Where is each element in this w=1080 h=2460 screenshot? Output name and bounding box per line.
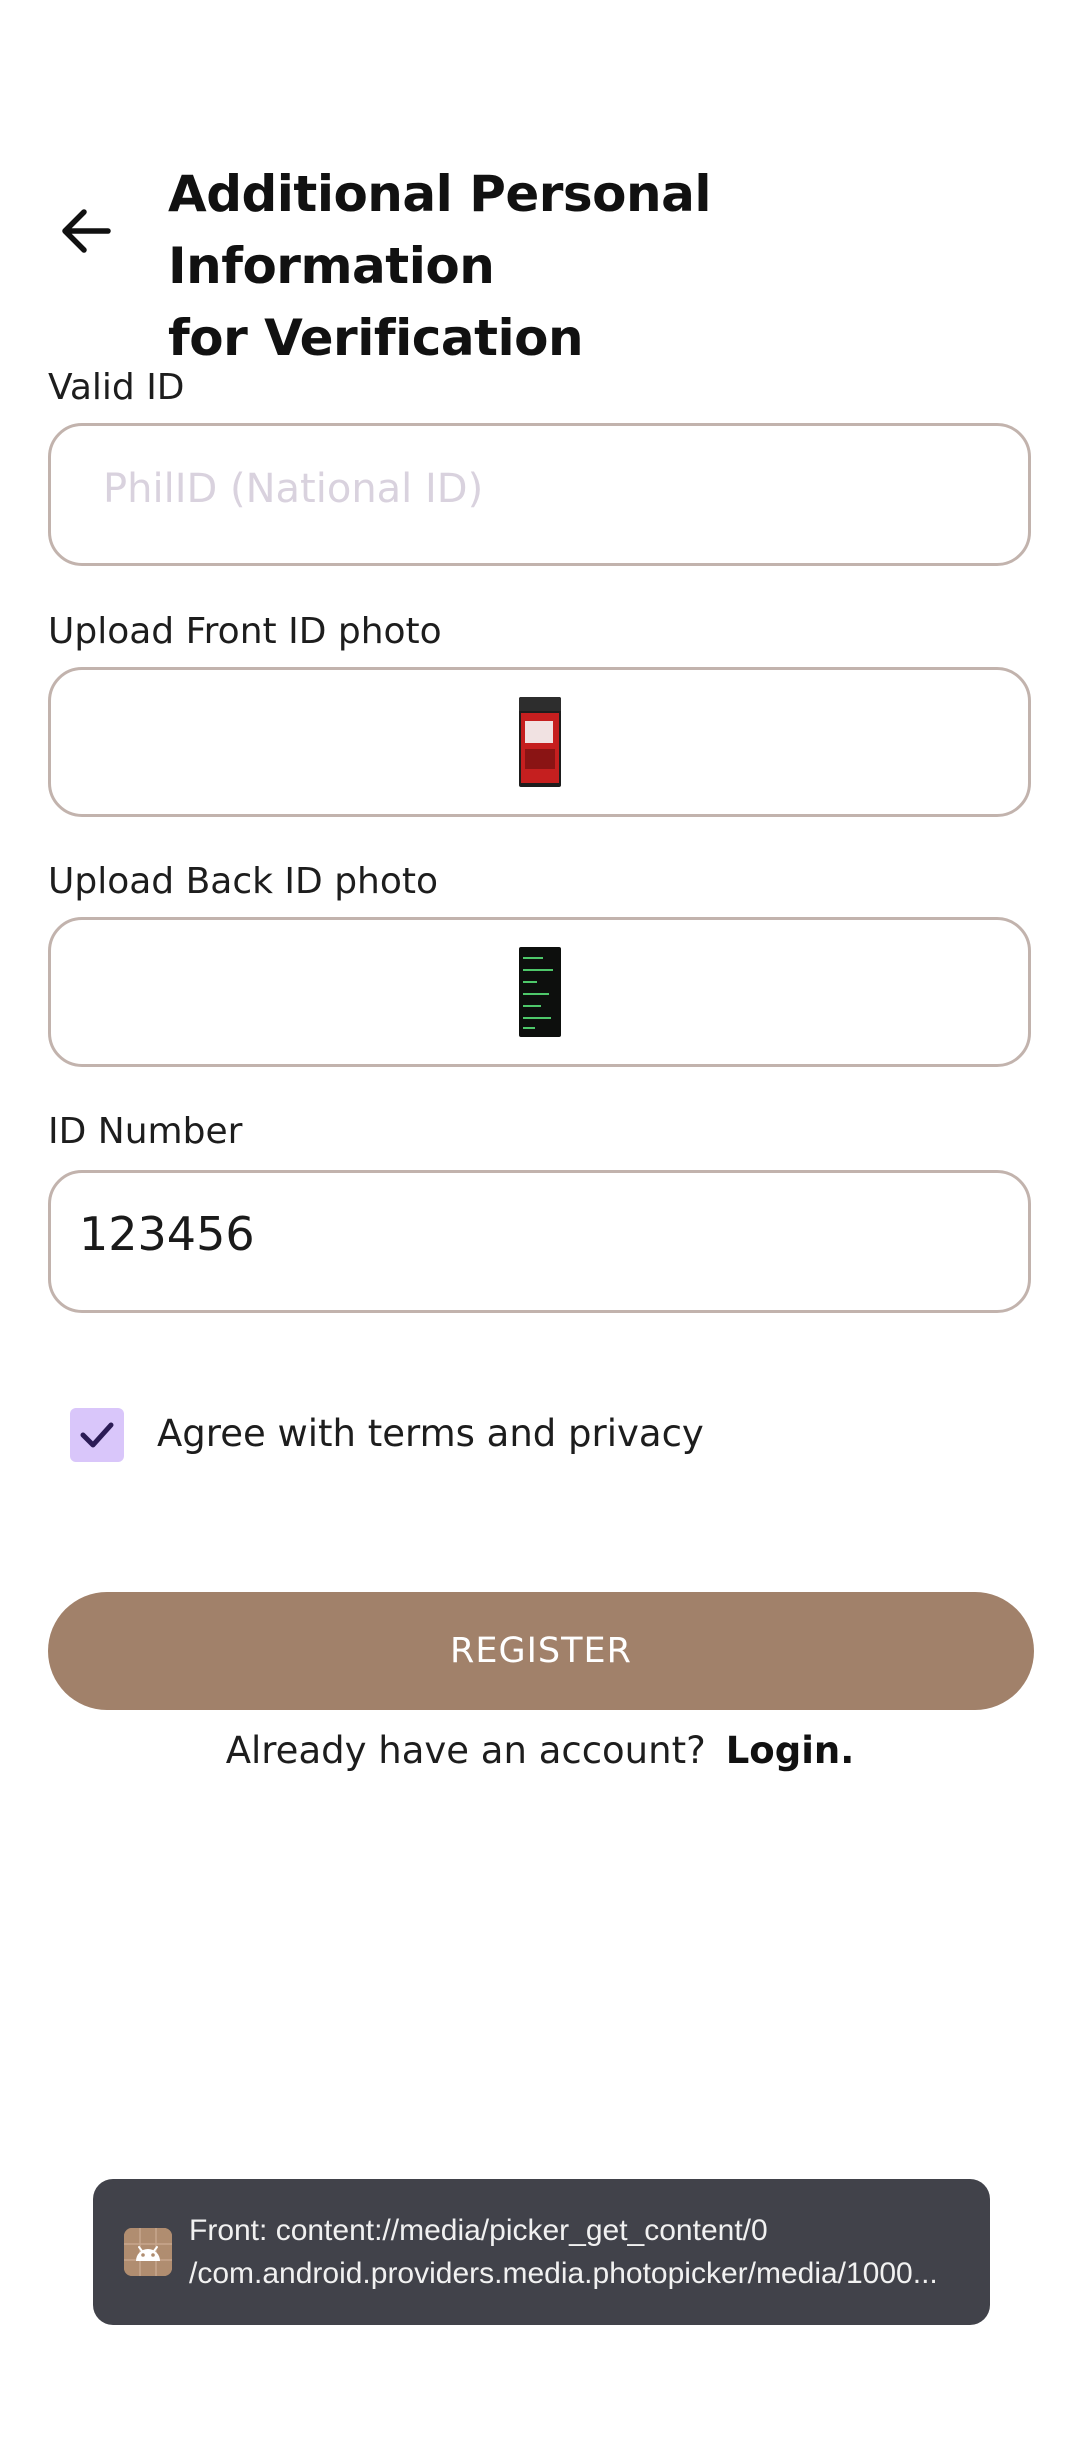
back-id-upload-box[interactable]	[48, 917, 1031, 1067]
toast-message: Front: content://media/picker_get_conten…	[93, 2179, 990, 2325]
terms-checkbox[interactable]	[70, 1408, 124, 1462]
page-title-line-2: for Verification	[168, 309, 584, 367]
front-id-thumbnail	[518, 697, 561, 787]
login-prompt: Already have an account?	[225, 1729, 706, 1772]
id-number-value: 123456	[79, 1207, 255, 1261]
front-id-upload-box[interactable]	[48, 667, 1031, 817]
valid-id-dropdown[interactable]: PhilID (National ID)	[48, 423, 1031, 566]
register-button[interactable]: REGISTER	[48, 1592, 1034, 1710]
back-id-thumbnail	[518, 947, 561, 1037]
id-number-input[interactable]: 123456	[48, 1170, 1031, 1313]
terms-label: Agree with terms and privacy	[157, 1412, 704, 1455]
valid-id-label: Valid ID	[48, 367, 185, 408]
login-row: Already have an account? Login.	[0, 1726, 1080, 1776]
back-button[interactable]	[50, 196, 120, 266]
page-title: Additional Personal Information for Veri…	[168, 158, 1028, 374]
valid-id-placeholder: PhilID (National ID)	[103, 466, 484, 512]
android-app-icon	[124, 2228, 172, 2276]
back-id-label: Upload Back ID photo	[48, 861, 439, 902]
login-link[interactable]: Login.	[726, 1729, 855, 1772]
toast-line-2: /com.android.providers.media.photopicker…	[189, 2257, 938, 2290]
id-number-label: ID Number	[48, 1111, 243, 1152]
toast-line-1: Front: content://media/picker_get_conten…	[189, 2214, 768, 2247]
front-id-label: Upload Front ID photo	[48, 611, 442, 652]
check-icon	[80, 1422, 114, 1448]
page-title-line-1: Additional Personal Information	[168, 165, 712, 295]
toast-text: Front: content://media/picker_get_conten…	[189, 2209, 969, 2295]
arrow-back-icon	[62, 209, 111, 253]
